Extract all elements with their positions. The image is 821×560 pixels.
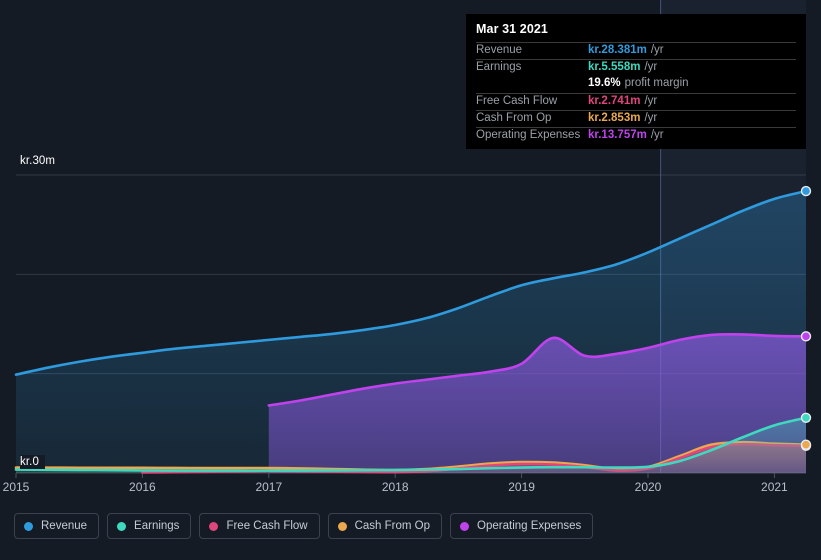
endpoint-marker-revenue[interactable] [800,185,812,197]
legend-item-label: Operating Expenses [477,520,582,532]
tooltip-row-label: Operating Expenses [476,129,581,141]
tooltip-row-operating-expenses: Operating Expenses kr.13.757m/yr [476,127,796,144]
legend-item-label: Revenue [41,520,88,532]
tooltip-row-revenue: Revenue kr.28.381m/yr [476,42,796,59]
tooltip-row-free-cash-flow: Free Cash Flow kr.2.741m/yr [476,93,796,110]
x-axis-tick-2020: 2020 [634,480,662,494]
legend-item-revenue[interactable]: Revenue [14,513,100,539]
x-axis-tick-2016: 2016 [129,480,156,494]
tooltip-row-label: Free Cash Flow [476,95,558,107]
legend-item-operating-expenses[interactable]: Operating Expenses [450,513,594,539]
x-axis: 2015 2016 2017 2018 2019 2020 2021 [0,480,821,504]
tooltip-row-value: kr.2.853m [588,112,641,124]
y-axis-label-zero: kr.0 [20,455,45,469]
tooltip-row-value: kr.28.381m [588,44,647,56]
tooltip-rows: Revenue kr.28.381m/yr Earnings kr.5.558m/yr… [476,42,796,144]
tooltip-row-value: kr.13.757m [588,129,647,141]
x-axis-tick-2018: 2018 [381,480,409,494]
chart-legend[interactable]: Revenue Earnings Free Cash Flow Cash From O… [14,513,594,539]
legend-color-dot-icon [460,521,470,531]
tooltip-row-unit: /yr [644,95,658,107]
tooltip-date: Mar 31 2021 [476,22,548,36]
tooltip-row-value: kr.5.558m [588,61,641,73]
x-axis-tick-2019: 2019 [508,480,535,494]
endpoint-marker-operating-expenses[interactable] [800,331,812,342]
tooltip-row-value: kr.2.741m [588,95,641,107]
tooltip-row-cash-from-op: Cash From Op kr.2.853m/yr [476,110,796,127]
legend-color-dot-icon [337,521,347,531]
endpoint-marker-earnings[interactable] [800,412,812,423]
tooltip-row-earnings: Earnings kr.5.558m/yr [476,59,796,76]
legend-item-label: Free Cash Flow [226,520,308,532]
tooltip-row-label: Cash From Op [476,112,552,124]
tooltip-row-unit: /yr [650,129,664,141]
data-tooltip: Mar 31 2021 Revenue kr.28.381m/yr Earnings… [466,14,806,149]
legend-color-dot-icon [24,521,33,531]
y-axis-label-max: kr.30m [20,154,62,168]
legend-item-cash-from-op[interactable]: Cash From Op [327,513,443,539]
financial-chart-widget: kr.30m kr.0 2015 2016 2017 2018 2019 2020 2021… [0,0,821,560]
x-axis-tick-2021: 2021 [761,480,788,494]
legend-item-earnings[interactable]: Earnings [107,513,192,539]
x-axis-tick-2015: 2015 [2,480,30,494]
tooltip-margin-value: 19.6% [588,77,621,89]
endpoint-marker-cash-from-op[interactable] [800,439,812,450]
tooltip-row-label: Revenue [476,44,523,56]
tooltip-row-label: Earnings [476,61,522,73]
tooltip-margin-label: profit margin [624,77,689,89]
tooltip-row-profit-margin: 19.6% profit margin [476,76,796,93]
legend-item-label: Earnings [134,520,180,532]
legend-color-dot-icon [209,521,219,531]
legend-color-dot-icon [117,521,127,531]
legend-item-label: Cash From Op [354,520,431,532]
tooltip-row-unit: /yr [650,44,664,56]
legend-item-free-cash-flow[interactable]: Free Cash Flow [199,513,320,539]
tooltip-row-unit: /yr [644,112,658,124]
tooltip-row-unit: /yr [644,61,658,73]
x-axis-tick-2017: 2017 [255,480,283,494]
